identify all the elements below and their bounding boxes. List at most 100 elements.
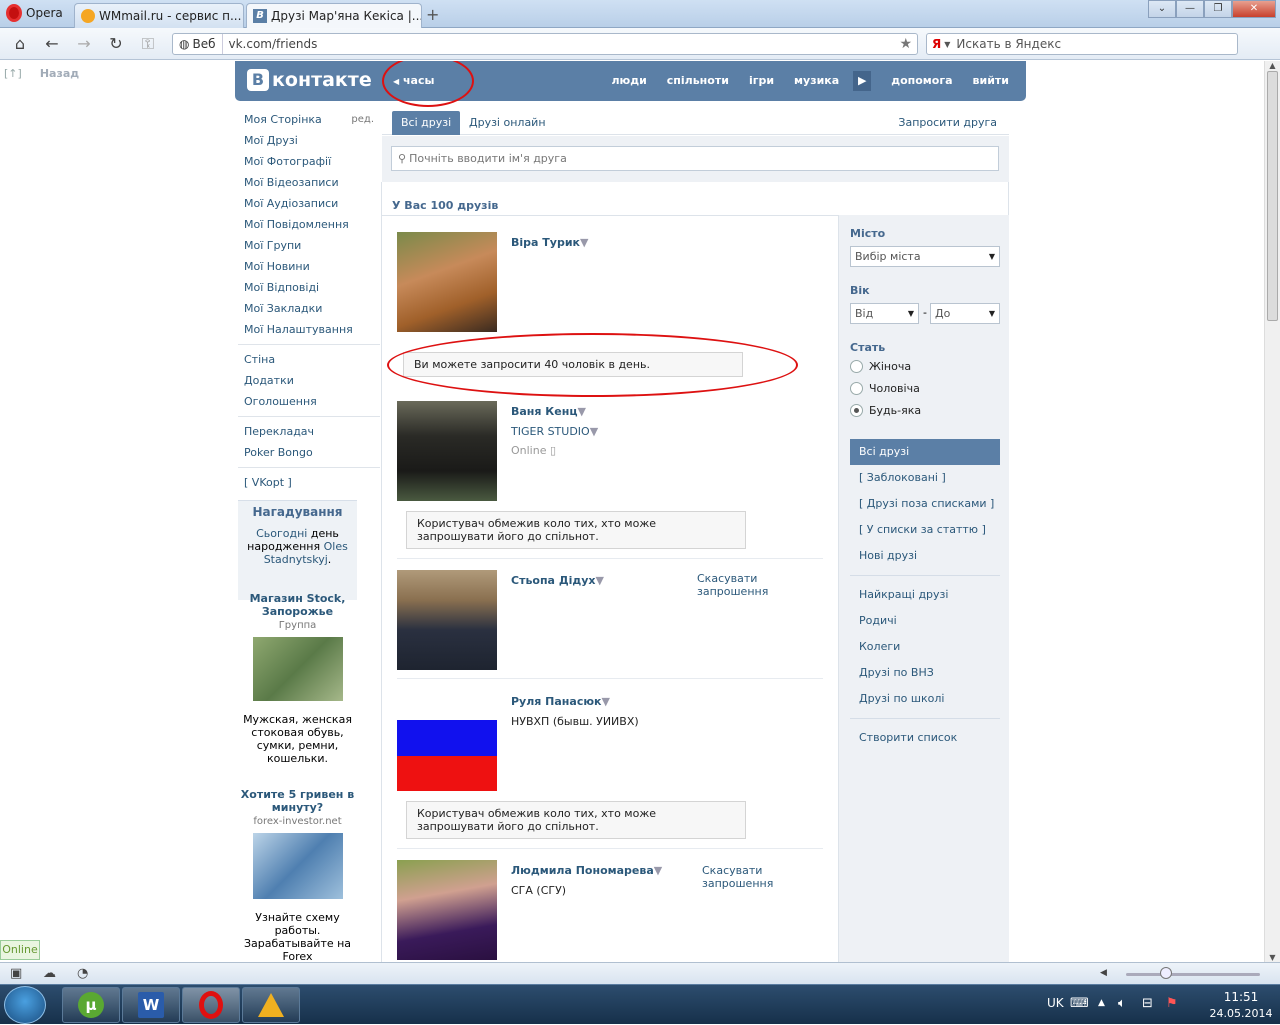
address-mode-badge[interactable]: ◍ Веб — [173, 34, 223, 54]
taskbar-word[interactable]: W — [122, 987, 180, 1023]
ad-block[interactable]: Хотите 5 гривен в минуту? forex-investor… — [238, 788, 357, 962]
menu-games[interactable]: ігри — [749, 74, 774, 91]
back-arrow-icon[interactable]: ← — [41, 34, 63, 53]
left-menu-item[interactable]: Мої Новини — [244, 256, 374, 277]
left-menu-item[interactable]: Poker Bongo — [244, 442, 374, 463]
left-menu-item[interactable]: Додатки — [244, 370, 374, 391]
dropdown-icon[interactable]: ▼ — [578, 405, 586, 418]
vk-logo[interactable]: В контакте — [247, 69, 372, 91]
friend-avatar[interactable] — [397, 860, 497, 960]
new-tab-icon[interactable]: + — [426, 5, 439, 24]
list-colleagues[interactable]: Колеги — [850, 634, 1000, 660]
vertical-scrollbar[interactable]: ▲ ▼ — [1264, 61, 1280, 962]
left-menu-item[interactable]: Моя Сторінка ред. — [244, 109, 374, 130]
friend-name-text[interactable]: Людмила Пономарева — [511, 864, 654, 877]
keyboard-icon[interactable]: ⌨ — [1070, 996, 1089, 1011]
sex-radio-female[interactable]: Жіноча — [850, 360, 911, 373]
list-unlisted[interactable]: [ Друзі поза списками ] — [850, 491, 1000, 517]
friend-search-input[interactable]: ⚲ Почніть вводити ім'я друга — [391, 146, 999, 171]
left-menu-item[interactable]: Мої Налаштування — [244, 319, 374, 340]
sex-radio-any[interactable]: Будь-яка — [850, 404, 921, 417]
friend-name[interactable]: Віра Турик▼ — [511, 236, 588, 249]
list-best-friends[interactable]: Найкращі друзі — [850, 582, 1000, 608]
age-to-select[interactable]: До — [930, 303, 1000, 324]
scroll-up-icon[interactable]: ▲ — [1265, 61, 1280, 70]
speed-dial-icon[interactable]: ◔ — [77, 966, 88, 981]
clock-date[interactable]: 24.05.2014 — [1206, 1007, 1276, 1020]
opera-menu-button[interactable]: Opera — [2, 2, 70, 24]
close-window-icon[interactable]: ✕ — [1232, 0, 1276, 18]
list-all-friends[interactable]: Всі друзі — [850, 439, 1000, 465]
language-indicator[interactable]: UK — [1047, 996, 1064, 1010]
dropdown-icon[interactable]: ▼ — [590, 425, 598, 438]
left-menu-item[interactable]: Оголошення — [244, 391, 374, 412]
left-menu-item[interactable]: Мої Групи — [244, 235, 374, 256]
list-blocked[interactable]: [ Заблоковані ] — [850, 465, 1000, 491]
menu-music[interactable]: музика — [794, 74, 839, 91]
friend-name-text[interactable]: Руля Панасюк — [511, 695, 602, 708]
friend-subtitle[interactable]: TIGER STUDIO▼ — [511, 425, 598, 438]
left-menu-item[interactable]: Мої Відповіді — [244, 277, 374, 298]
ad-image-banknote[interactable] — [252, 833, 343, 899]
friend-avatar[interactable] — [397, 232, 497, 332]
taskbar-app[interactable] — [242, 987, 300, 1023]
menu-people[interactable]: люди — [611, 74, 646, 91]
left-menu-item[interactable]: Мої Друзі — [244, 130, 374, 151]
ad-title[interactable]: Хотите 5 гривен в минуту? — [238, 788, 357, 814]
today-link[interactable]: Сьогодні — [256, 527, 307, 540]
left-menu-item[interactable]: Стіна — [244, 349, 374, 370]
scrollbar-thumb[interactable] — [1267, 71, 1278, 321]
left-menu-item[interactable]: Мої Повідомлення — [244, 214, 374, 235]
panel-toggle-icon[interactable]: ▣ — [10, 966, 22, 981]
list-relatives[interactable]: Родичі — [850, 608, 1000, 634]
list-new-friends[interactable]: Нові друзі — [850, 543, 1000, 569]
forward-arrow-icon[interactable]: → — [73, 34, 95, 53]
age-from-select[interactable]: Від — [850, 303, 919, 324]
player-play-icon[interactable]: ▶ — [853, 71, 872, 91]
dropdown-icon[interactable]: ▼ — [596, 574, 604, 587]
network-icon[interactable]: ⊟ — [1142, 996, 1153, 1011]
left-menu-item[interactable]: Мої Закладки — [244, 298, 374, 319]
zoom-slider-knob[interactable] — [1160, 967, 1172, 979]
back-link[interactable]: [↑] Назад — [4, 67, 79, 80]
key-icon[interactable]: ⚿ — [137, 34, 159, 54]
radio-selected-icon[interactable] — [850, 404, 863, 417]
yandex-search-input[interactable]: Я ▼ Искать в Яндекс — [926, 33, 1238, 55]
clock-time[interactable]: 11:51 — [1206, 990, 1276, 1004]
menu-logout[interactable]: вийти — [973, 74, 1009, 91]
radio-icon[interactable] — [850, 382, 863, 395]
tabs-menu-icon[interactable]: ⌄ — [1148, 0, 1176, 18]
volume-icon[interactable]: 🔈︎ — [1118, 996, 1126, 1011]
friend-avatar[interactable] — [397, 570, 497, 670]
edit-link[interactable]: ред. — [351, 114, 374, 125]
opera-unite-cloud-icon[interactable]: ☁ — [43, 966, 56, 981]
left-menu-item[interactable]: Мої Відеозаписи — [244, 172, 374, 193]
address-bar[interactable]: ◍ Веб vk.com/friends ★ — [172, 33, 918, 55]
list-by-sex[interactable]: [ У списки за статтю ] — [850, 517, 1000, 543]
create-list-link[interactable]: Створити список — [850, 725, 1000, 751]
ad-image-shoes[interactable] — [252, 637, 343, 701]
maximize-icon[interactable]: ❐ — [1204, 0, 1232, 18]
list-school[interactable]: Друзі по школі — [850, 686, 1000, 712]
dropdown-icon[interactable]: ▼ — [654, 864, 662, 877]
friend-name[interactable]: Людмила Пономарева▼ — [511, 864, 662, 877]
friend-avatar[interactable] — [397, 401, 497, 501]
city-select[interactable]: Вибір міста — [850, 246, 1000, 267]
dropdown-icon[interactable]: ▼ — [602, 695, 610, 708]
ad-title[interactable]: Магазин Stock, Запорожье — [238, 592, 357, 618]
left-menu-item[interactable]: [ VKopt ] — [244, 472, 374, 493]
home-icon[interactable]: ⌂ — [9, 34, 31, 53]
ad-block[interactable]: Магазин Stock, Запорожье Группа Мужская,… — [238, 592, 357, 765]
taskbar-utorrent[interactable]: µ — [62, 987, 120, 1023]
search-engine-dropdown-icon[interactable]: ▼ — [944, 40, 950, 49]
friend-name-text[interactable]: Ваня Кенц — [511, 405, 578, 418]
tab-vk-friends[interactable]: B Друзі Мар'яна Кекіса |... ✕ — [246, 3, 422, 28]
left-menu-item[interactable]: Мої Фотографії — [244, 151, 374, 172]
menu-help[interactable]: допомога — [891, 74, 952, 91]
bookmark-star-icon[interactable]: ★ — [899, 36, 917, 52]
action-center-flag-icon[interactable]: ⚑ — [1166, 996, 1178, 1011]
friend-name-text[interactable]: Стьопа Дідух — [511, 574, 596, 587]
windows-start-icon[interactable] — [4, 986, 46, 1024]
list-university[interactable]: Друзі по ВНЗ — [850, 660, 1000, 686]
url-text[interactable]: vk.com/friends — [223, 37, 318, 51]
